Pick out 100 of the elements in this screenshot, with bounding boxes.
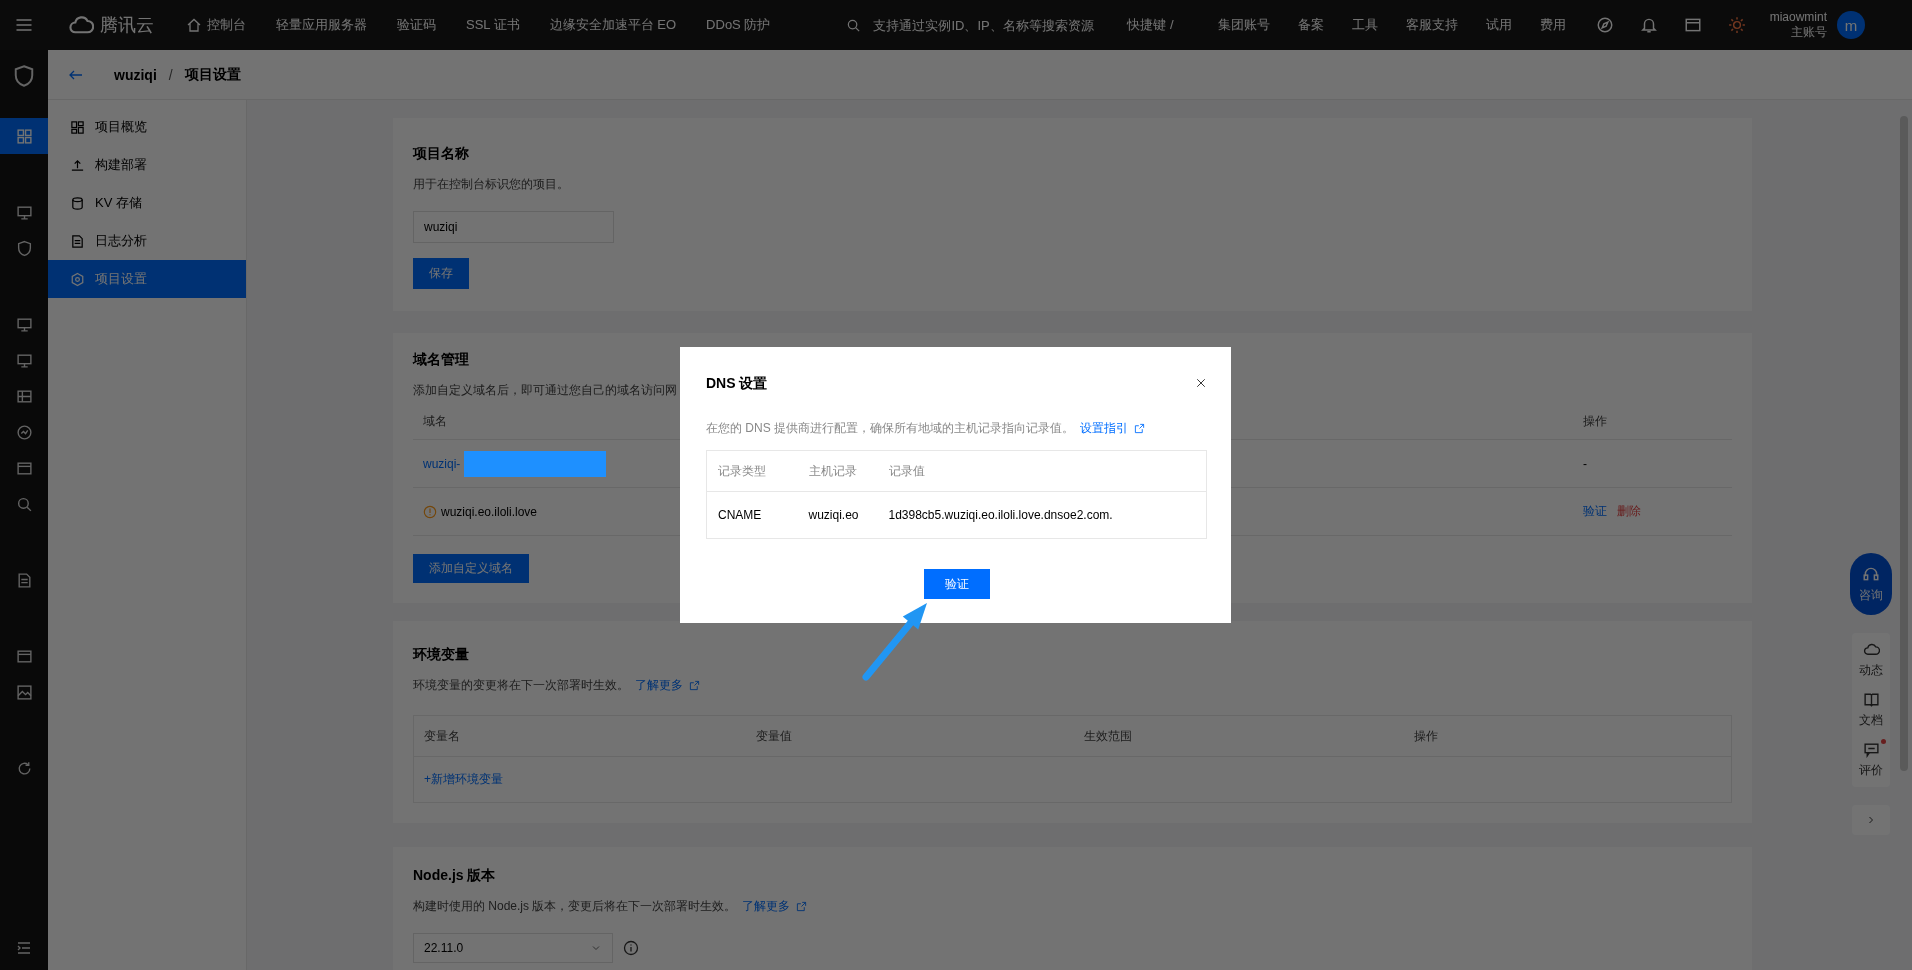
info-icon — [623, 940, 639, 956]
cloud-icon — [1862, 641, 1880, 658]
nav-item[interactable]: 项目概览 — [48, 108, 246, 146]
grid-icon — [15, 127, 33, 145]
domain-link[interactable]: wuziqi.eo.iloli.love — [441, 504, 538, 519]
document-icon — [15, 571, 33, 589]
window-icon — [15, 459, 33, 477]
close-button[interactable] — [1195, 377, 1207, 389]
search-icon — [15, 495, 33, 513]
section-title: 环境变量 — [413, 645, 470, 664]
empty-value: - — [1583, 456, 1587, 471]
add-domain-button[interactable]: 添加自定义域名 — [413, 554, 529, 583]
column-header: 主机记录 — [797, 450, 878, 492]
side-tool-button[interactable]: 动态 — [1859, 641, 1883, 679]
chat-icon — [1862, 741, 1880, 758]
home-icon — [186, 17, 202, 33]
user-name[interactable]: miaowmint — [1769, 10, 1827, 25]
rail-item[interactable] — [0, 118, 48, 154]
compass-icon — [1595, 16, 1614, 34]
side-tool-button[interactable]: 文档 — [1859, 691, 1883, 729]
guide-link[interactable]: 设置指引 — [1080, 419, 1128, 437]
top-link[interactable]: 工具 — [1351, 16, 1378, 34]
nav-link[interactable]: 验证码 — [397, 16, 436, 34]
monitor-icon — [15, 315, 33, 333]
external-link-icon — [689, 679, 700, 691]
window-icon — [1683, 16, 1702, 34]
section-title: Node.js 版本 — [413, 866, 497, 885]
search-icon — [846, 17, 862, 33]
external-link-icon — [1134, 422, 1145, 434]
nav-item[interactable]: 日志分析 — [48, 222, 246, 260]
close-icon — [1195, 377, 1207, 389]
learn-more-link[interactable]: 了解更多 — [742, 897, 791, 915]
breadcrumb-link[interactable]: wuziqi — [114, 66, 157, 83]
document-icon — [70, 233, 85, 249]
book-icon — [1862, 691, 1880, 708]
side-tool-button[interactable]: 评价 — [1859, 741, 1883, 779]
window-icon — [15, 647, 33, 665]
top-link[interactable]: 试用 — [1485, 16, 1512, 34]
breadcrumb-current: 项目设置 — [184, 65, 241, 84]
project-name-field[interactable]: wuziqi — [413, 211, 614, 243]
external-link-icon — [796, 900, 808, 912]
bell-icon — [1639, 16, 1658, 34]
logo-text[interactable]: 腾讯云 — [100, 13, 154, 37]
learn-more-link[interactable]: 了解更多 — [635, 676, 683, 694]
version-select[interactable]: 22.11.0 — [413, 933, 613, 963]
action-link[interactable]: 验证 — [1583, 503, 1607, 520]
add-variable-link[interactable]: +新增环境变量 — [424, 772, 503, 786]
top-link[interactable]: 集团账号 — [1217, 16, 1270, 34]
section-description: 用于在控制台标识您的项目。 — [413, 176, 569, 193]
top-link[interactable]: 客服支持 — [1405, 16, 1458, 34]
monitor-icon — [15, 351, 33, 369]
section-description: 添加自定义域名后，即可通过您自己的域名访问网 — [413, 382, 677, 399]
section-description: 环境变量的变更将在下一次部署时生效。 — [413, 677, 629, 694]
domain-link[interactable]: wuziqi- — [423, 456, 461, 471]
database-icon — [70, 195, 85, 211]
account-role: 主账号 — [1791, 25, 1827, 40]
table-cell: 1d398cb5.wuziqi.eo.iloli.love.dnsoe2.com. — [877, 491, 1207, 539]
section-description: 构建时使用的 Node.js 版本，变更后将在下一次部署时生效。 — [413, 898, 737, 915]
column-header: 生效范围 — [1073, 715, 1404, 757]
collapse-icon — [16, 940, 32, 956]
dialog-title: DNS 设置 — [706, 374, 768, 393]
image-icon — [15, 683, 33, 701]
shortcut-hint: 快捷键 / — [1127, 16, 1174, 34]
section-title: 域名管理 — [413, 350, 470, 369]
column-header: 操作 — [1573, 404, 1732, 440]
nav-item[interactable]: KV 存储 — [48, 184, 246, 222]
nav-link[interactable]: 控制台 — [186, 16, 246, 34]
monitor-icon — [15, 203, 33, 221]
table-icon — [15, 387, 33, 405]
nav-item[interactable]: 项目设置 — [48, 260, 246, 298]
column-header: 记录值 — [877, 450, 1207, 492]
nav-item[interactable]: 构建部署 — [48, 146, 246, 184]
column-header: 变量名 — [413, 715, 746, 757]
gauge-icon — [15, 423, 33, 441]
table-cell: CNAME — [706, 491, 798, 539]
column-header: 记录类型 — [706, 450, 798, 492]
shield-icon — [15, 239, 33, 257]
table-cell: wuziqi.eo — [797, 491, 878, 539]
user-avatar[interactable]: m — [1837, 11, 1865, 39]
upload-icon — [70, 157, 85, 173]
top-link[interactable]: 备案 — [1297, 16, 1324, 34]
settings-icon — [70, 271, 85, 287]
top-link[interactable]: 费用 — [1539, 16, 1566, 34]
sun-icon — [1727, 16, 1746, 34]
nav-link[interactable]: DDoS 防护 — [706, 16, 771, 34]
nav-link[interactable]: 边缘安全加速平台 EO — [549, 16, 677, 34]
breadcrumb-separator: / — [168, 66, 173, 83]
shield-logo-icon — [12, 64, 36, 88]
column-header: 操作 — [1403, 715, 1732, 757]
nav-link[interactable]: SSL 证书 — [466, 16, 520, 34]
dialog-description: 在您的 DNS 提供商进行配置，确保所有地域的主机记录指向记录值。 — [706, 420, 1074, 437]
section-title: 项目名称 — [413, 144, 470, 163]
verify-button[interactable]: 验证 — [923, 569, 990, 599]
action-link[interactable]: 删除 — [1617, 503, 1641, 520]
layout-icon — [70, 119, 85, 135]
warning-icon — [423, 504, 437, 519]
search-field[interactable]: 支持通过实例ID、IP、名称等搜索资源 — [873, 17, 1124, 33]
column-header: 变量值 — [745, 715, 1074, 757]
nav-link[interactable]: 轻量应用服务器 — [276, 16, 367, 34]
save-button[interactable]: 保存 — [413, 258, 469, 289]
